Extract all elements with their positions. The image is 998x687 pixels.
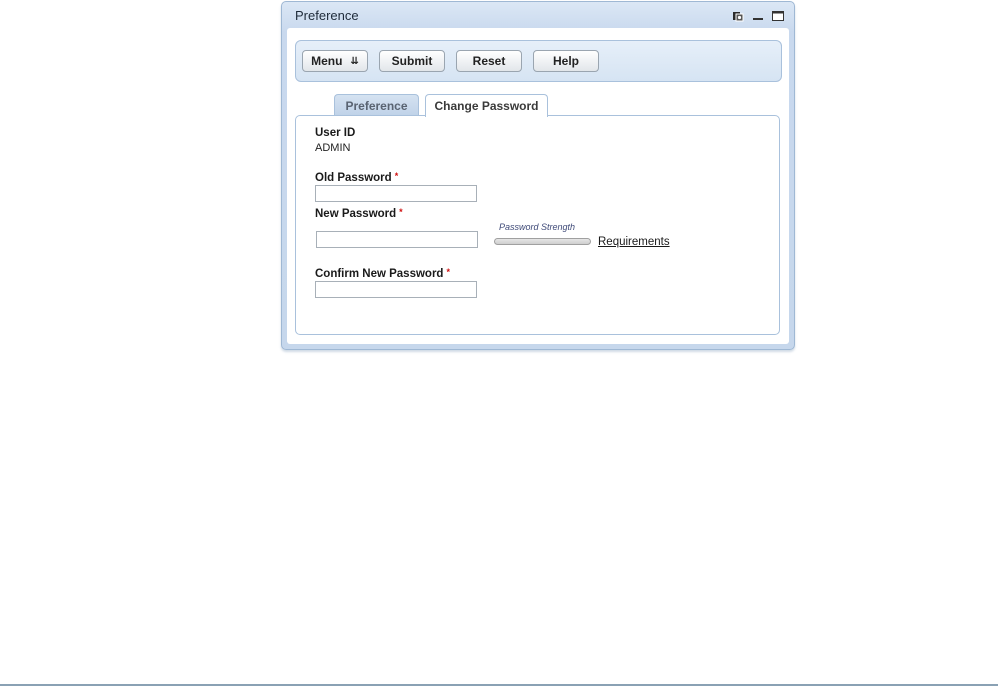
- change-password-panel: User ID ADMIN Old Password * New Password…: [295, 115, 780, 335]
- tab-preference[interactable]: Preference: [334, 94, 419, 116]
- window-titlebar: Preference: [282, 2, 794, 28]
- maximize-icon[interactable]: [772, 10, 784, 22]
- window-content: Menu ⇊ Submit Reset Help Preference Chan…: [287, 28, 789, 344]
- menu-dropdown-icon: ⇊: [350, 55, 359, 67]
- password-strength-label: Password Strength: [499, 222, 576, 232]
- new-password-label-text: New Password: [315, 208, 397, 220]
- reset-button[interactable]: Reset: [456, 50, 522, 72]
- required-marker: *: [446, 267, 450, 277]
- confirm-password-input[interactable]: [315, 281, 477, 298]
- menu-button[interactable]: Menu ⇊: [302, 50, 368, 72]
- password-strength-bar: [494, 238, 591, 245]
- user-id-value: ADMIN: [315, 142, 351, 154]
- toolbar: Menu ⇊ Submit Reset Help: [295, 40, 782, 82]
- confirm-password-label-text: Confirm New Password: [315, 268, 444, 280]
- old-password-label-text: Old Password: [315, 172, 392, 184]
- confirm-password-label: Confirm New Password *: [315, 267, 450, 280]
- help-button[interactable]: Help: [533, 50, 599, 72]
- required-marker: *: [399, 207, 403, 217]
- submit-button[interactable]: Submit: [379, 50, 445, 72]
- old-password-input[interactable]: [315, 185, 477, 202]
- page-bottom-divider: [0, 684, 998, 686]
- new-password-input[interactable]: [316, 231, 478, 248]
- preference-window: Preference Menu ⇊ Submit Reset Help Pref…: [281, 1, 795, 350]
- requirements-link[interactable]: Requirements: [598, 236, 670, 248]
- minimize-icon[interactable]: [752, 10, 764, 22]
- new-password-label: New Password *: [315, 207, 403, 220]
- required-marker: *: [394, 171, 399, 181]
- user-id-label: User ID: [315, 127, 356, 139]
- tab-change-password[interactable]: Change Password: [425, 94, 548, 117]
- window-title: Preference: [295, 8, 359, 23]
- old-password-label: Old Password *: [315, 171, 398, 184]
- menu-button-label: Menu: [311, 54, 343, 68]
- refresh-icon[interactable]: [732, 10, 744, 22]
